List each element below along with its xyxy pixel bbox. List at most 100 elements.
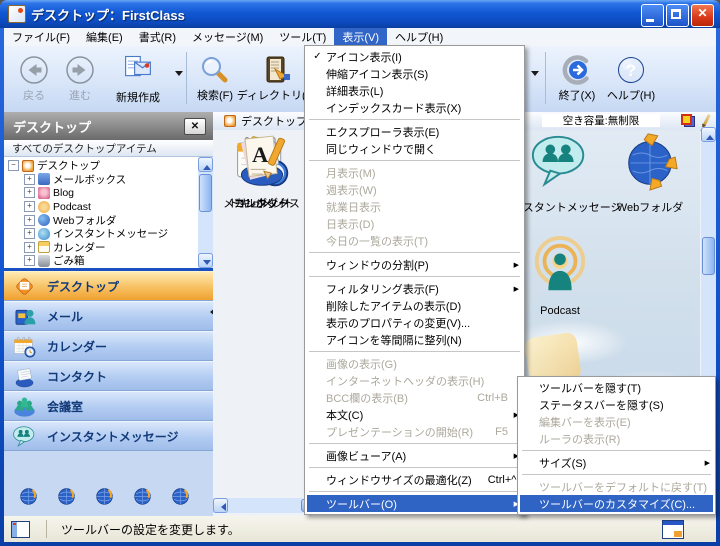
new-dropdown-arrow[interactable]: [175, 71, 183, 80]
nav-item-icon: [12, 304, 37, 329]
sidebar-nav-item[interactable]: メール: [4, 301, 213, 331]
menu-item[interactable]: インターネットヘッダの表示(H): [307, 372, 522, 389]
menu-item[interactable]: ツールバーのカスタマイズ(C)...: [520, 495, 713, 512]
menu-item[interactable]: 伸縮アイコン表示(S): [307, 65, 522, 82]
sidebar-nav-item[interactable]: 会議室: [4, 391, 213, 421]
tree-expand-icon[interactable]: +: [24, 187, 35, 199]
menu-item[interactable]: 画像の表示(G): [307, 355, 522, 372]
desktop-icon-item[interactable]: ドキュメント: [213, 130, 310, 211]
menu-item[interactable]: ✓ アイコン表示(I): [307, 48, 522, 65]
tree-expand-icon[interactable]: +: [24, 201, 35, 213]
menu-item[interactable]: 今日の一覧の表示(T): [307, 232, 522, 249]
menu-item[interactable]: 本文(C) ▶: [307, 406, 522, 423]
toolbar-overflow-arrow[interactable]: [531, 71, 539, 80]
sidebar-close-icon[interactable]: [184, 117, 206, 135]
menu-item[interactable]: 削除したアイテムの表示(D): [307, 297, 522, 314]
tab-desktop[interactable]: デスクトップ: [216, 112, 316, 129]
menu-item[interactable]: 編集バーを表示(E): [520, 413, 713, 430]
exit-button[interactable]: 終了(X): [553, 54, 601, 103]
tree-item[interactable]: + カレンダー: [4, 241, 198, 255]
quick-launch-icon[interactable]: [170, 486, 191, 507]
tree-item[interactable]: + インスタントメッセージ: [4, 227, 198, 241]
forward-button[interactable]: 進む: [58, 54, 102, 103]
menu-item[interactable]: 同じウィンドウで開く: [307, 140, 522, 157]
tree-scrollbar[interactable]: [198, 157, 213, 268]
edit-pencil-icon[interactable]: [702, 114, 711, 127]
back-button[interactable]: 戻る: [12, 54, 56, 103]
menubar-item[interactable]: ヘルプ(H): [387, 28, 451, 46]
sidebar-nav-item[interactable]: カレンダー: [4, 331, 213, 361]
tree-item[interactable]: + ごみ箱: [4, 254, 198, 268]
menu-item[interactable]: 画像ビューア(A) ▶: [307, 447, 522, 464]
tree-item[interactable]: + メールボックス: [4, 173, 198, 187]
tree-expand-icon[interactable]: +: [24, 255, 35, 267]
scroll-up-icon[interactable]: [701, 127, 716, 142]
menu-item[interactable]: 表示のプロパティの変更(V)...: [307, 314, 522, 331]
menubar-item[interactable]: 編集(E): [78, 28, 131, 46]
scroll-up-icon[interactable]: [198, 157, 213, 172]
menu-item[interactable]: インデックスカード表示(X): [307, 99, 522, 116]
tree-item[interactable]: + Podcast: [4, 200, 198, 214]
menu-item[interactable]: ツールバーを隠す(T): [520, 379, 713, 396]
menu-item[interactable]: プレゼンテーションの開始(R) F5: [307, 423, 522, 440]
quick-launch-icon[interactable]: [18, 486, 39, 507]
menu-item[interactable]: フィルタリング表示(F) ▶: [307, 280, 522, 297]
menubar-item[interactable]: ファイル(F): [4, 28, 78, 46]
menu-item[interactable]: 月表示(M): [307, 164, 522, 181]
title-bar: デスクトップ：FirstClass: [0, 0, 720, 28]
menu-item[interactable]: ツールバー(O) ▶: [307, 495, 522, 512]
sidebar-nav-item[interactable]: インスタントメッセージ: [4, 421, 213, 451]
menu-item[interactable]: ツールバーをデフォルトに戻す(T): [520, 478, 713, 495]
help-button[interactable]: ヘルプ(H): [605, 54, 657, 103]
maximize-button[interactable]: [666, 4, 689, 27]
menubar-item[interactable]: 表示(V): [334, 28, 387, 46]
menu-item[interactable]: エクスプローラ表示(E): [307, 123, 522, 140]
scroll-down-icon[interactable]: [198, 253, 213, 268]
menu-item[interactable]: アイコンを等間隔に整列(N): [307, 331, 522, 348]
toolbar-separator: [186, 52, 187, 104]
search-button[interactable]: 検索(F): [192, 54, 238, 103]
view-mode-icon[interactable]: [681, 114, 695, 127]
tree-item[interactable]: + Blog: [4, 186, 198, 200]
nav-item-label: メール: [47, 309, 84, 324]
tree-expand-icon[interactable]: +: [24, 214, 35, 226]
menu-item[interactable]: 週表示(W): [307, 181, 522, 198]
menu-item[interactable]: ウィンドウサイズの最適化(Z) Ctrl+^: [307, 471, 522, 488]
desktop-icon-item[interactable]: Webフォルダ: [591, 130, 700, 215]
tree-scroll-thumb[interactable]: [199, 174, 212, 212]
menu-item[interactable]: ルーラの表示(R): [520, 430, 713, 447]
menu-item[interactable]: ウィンドウの分割(P) ▶: [307, 256, 522, 273]
minimize-button[interactable]: [641, 4, 664, 27]
new-button[interactable]: 新規作成: [106, 52, 170, 105]
quick-launch-icon[interactable]: [132, 486, 153, 507]
menu-separator: [522, 450, 711, 451]
menu-item[interactable]: ステータスバーを隠す(S): [520, 396, 713, 413]
tree-item[interactable]: + Webフォルダ: [4, 213, 198, 227]
tree-expand-icon[interactable]: −: [8, 160, 19, 172]
quick-launch-icon[interactable]: [94, 486, 115, 507]
menu-item-label: ウィンドウの分割(P): [326, 259, 429, 272]
scroll-left-icon[interactable]: [213, 498, 228, 513]
quick-launch-icon[interactable]: [56, 486, 77, 507]
menu-item[interactable]: 日表示(D): [307, 215, 522, 232]
sidebar-nav-item[interactable]: コンタクト: [4, 361, 213, 391]
panel-toggle-icon[interactable]: [11, 520, 30, 538]
menubar-item[interactable]: 書式(R): [131, 28, 184, 46]
menu-item[interactable]: BCC欄の表示(B) Ctrl+B: [307, 389, 522, 406]
tree-expand-icon[interactable]: +: [24, 228, 35, 240]
menu-item[interactable]: サイズ(S) ▶: [520, 454, 713, 471]
close-button[interactable]: [691, 4, 714, 27]
tree-expand-icon[interactable]: +: [24, 173, 35, 185]
toolbar-submenu: ツールバーを隠す(T) ステータスバーを隠す(S) 編集バーを表示(E) ルーラ…: [517, 376, 716, 515]
sidebar-nav-item[interactable]: デスクトップ: [4, 271, 213, 301]
window-layout-icon[interactable]: [662, 520, 684, 539]
menubar-item[interactable]: ツール(T): [271, 28, 334, 46]
tree-expand-icon[interactable]: +: [24, 241, 35, 253]
tree-item[interactable]: − デスクトップ: [4, 159, 198, 173]
menu-item[interactable]: 詳細表示(L): [307, 82, 522, 99]
main-scroll-thumb[interactable]: [702, 237, 715, 275]
menu-item[interactable]: 就業日表示: [307, 198, 522, 215]
app-icon: [8, 5, 26, 23]
menubar-item[interactable]: メッセージ(M): [184, 28, 271, 46]
directory-button[interactable]: ディレクトリ(R): [237, 54, 317, 103]
